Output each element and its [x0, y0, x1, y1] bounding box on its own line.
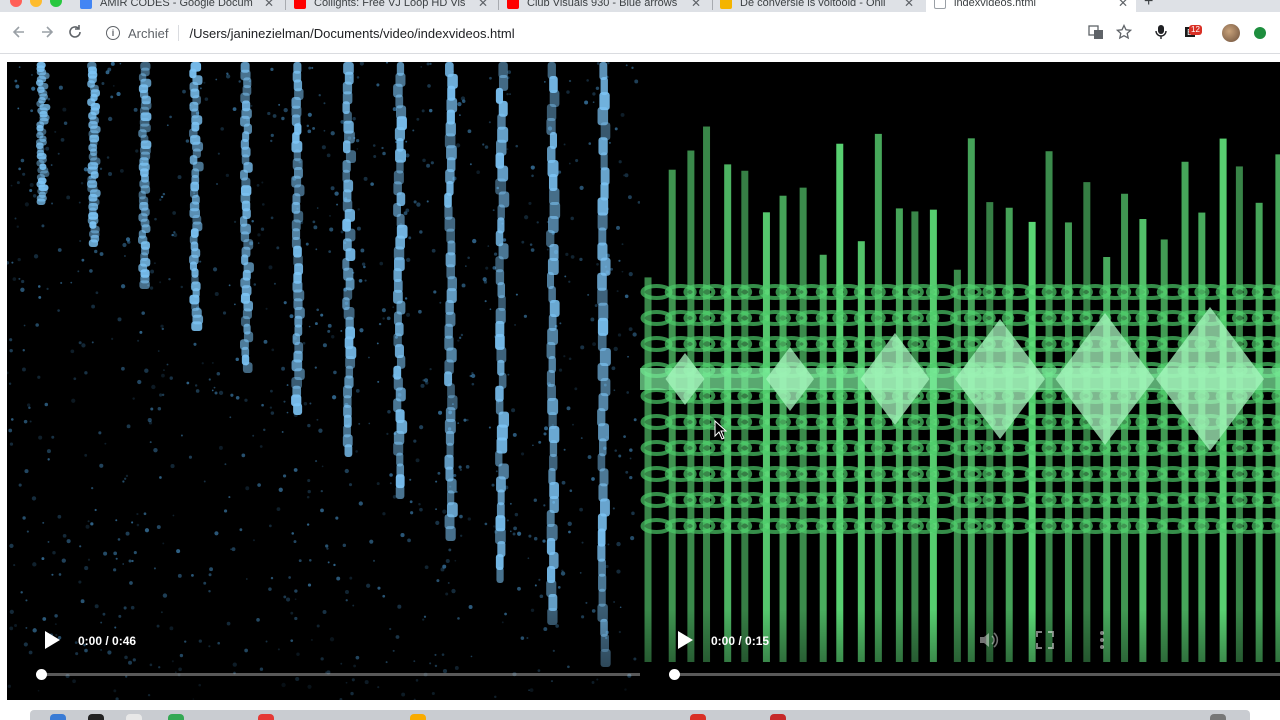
app-icon[interactable]: [88, 714, 104, 720]
microphone-icon[interactable]: [1152, 23, 1170, 41]
app-icon[interactable]: [258, 714, 274, 720]
progress-knob[interactable]: [36, 669, 47, 680]
address-bar[interactable]: i Archief /Users/janinezielman/Documents…: [100, 20, 1140, 46]
youtube-icon: [294, 0, 306, 9]
converter-icon: [720, 0, 732, 9]
volume-icon[interactable]: [976, 628, 1000, 652]
back-arrow-icon[interactable]: [9, 22, 29, 42]
video-progress-bar[interactable]: [669, 669, 1280, 680]
fullscreen-icon[interactable]: [1033, 628, 1057, 652]
youtube-icon: [507, 0, 519, 9]
app-icon[interactable]: [770, 714, 786, 720]
new-tab-button[interactable]: +: [1144, 0, 1153, 11]
address-separator: [178, 25, 180, 41]
tab-conversion[interactable]: De conversie is voltooid - Onli ✕: [712, 0, 922, 12]
video-frame-green-spirals: [640, 126, 1280, 663]
tab-close-icon[interactable]: ✕: [1118, 0, 1128, 10]
tab-strip: AMIR CODES - Google Docum ✕ Coliights: F…: [0, 0, 1280, 12]
file-icon: [934, 0, 946, 9]
controls-overlay: [640, 610, 1280, 700]
address-scheme-label: Archief: [128, 25, 169, 41]
tab-close-icon[interactable]: ✕: [904, 0, 914, 10]
video-player-green[interactable]: 0:00 / 0:15: [640, 62, 1280, 700]
tab-close-icon[interactable]: ✕: [264, 0, 274, 10]
translate-icon[interactable]: [1087, 23, 1105, 41]
controls-overlay: [7, 610, 640, 700]
app-icon[interactable]: [126, 714, 142, 720]
browser-toolbar: i Archief /Users/janinezielman/Documents…: [0, 12, 1280, 54]
tab-youtube-coliights[interactable]: Coliights: Free VJ Loop HD Vis ✕: [286, 0, 496, 12]
profile-avatar[interactable]: [1222, 24, 1240, 42]
tab-youtube-club-visuals[interactable]: Club Visuals 930 - Blue arrows ✕: [499, 0, 709, 12]
app-icon[interactable]: [410, 714, 426, 720]
google-docs-icon: [80, 0, 92, 9]
page-content: 0:00 / 0:46 0:00 / 0:15: [0, 55, 1280, 710]
extension-status-icon[interactable]: [1254, 27, 1266, 39]
star-icon[interactable]: [1115, 23, 1133, 41]
info-icon[interactable]: i: [106, 26, 120, 40]
play-icon[interactable]: [43, 630, 61, 650]
app-icon[interactable]: [168, 714, 184, 720]
progress-knob[interactable]: [669, 669, 680, 680]
trash-icon[interactable]: [1210, 714, 1226, 720]
tab-title: De conversie is voltooid - Onli: [740, 0, 886, 9]
more-vert-icon[interactable]: [1090, 628, 1114, 652]
forward-arrow-icon[interactable]: [37, 22, 57, 42]
mouse-cursor-icon: [714, 420, 728, 440]
tab-title: indexvideos.html: [954, 0, 1036, 9]
tab-title: AMIR CODES - Google Docum: [100, 0, 253, 9]
video-time: 0:00 / 0:46: [78, 634, 137, 648]
address-url[interactable]: /Users/janinezielman/Documents/video/ind…: [189, 26, 514, 41]
tab-title: Coliights: Free VJ Loop HD Vis: [314, 0, 466, 9]
tab-close-icon[interactable]: ✕: [691, 0, 701, 10]
tab-indexvideos[interactable]: indexvideos.html ✕: [926, 0, 1136, 12]
reload-icon[interactable]: [65, 22, 85, 42]
app-icon[interactable]: [690, 714, 706, 720]
window-close-button[interactable]: [10, 0, 22, 7]
play-icon[interactable]: [676, 630, 694, 650]
window-maximize-button[interactable]: [50, 0, 62, 7]
video-time: 0:00 / 0:15: [711, 634, 770, 648]
tab-close-icon[interactable]: ✕: [478, 0, 488, 10]
macos-dock: [30, 710, 1250, 720]
window-minimize-button[interactable]: [30, 0, 42, 7]
extension-badge: 12: [1189, 25, 1202, 35]
tab-title: Club Visuals 930 - Blue arrows: [527, 0, 678, 9]
tab-google-docs[interactable]: AMIR CODES - Google Docum ✕: [72, 0, 282, 12]
video-frame-blue-particles: [7, 62, 640, 700]
video-player-blue[interactable]: 0:00 / 0:46: [7, 62, 640, 700]
finder-icon[interactable]: [50, 714, 66, 720]
video-progress-bar[interactable]: [36, 669, 640, 680]
